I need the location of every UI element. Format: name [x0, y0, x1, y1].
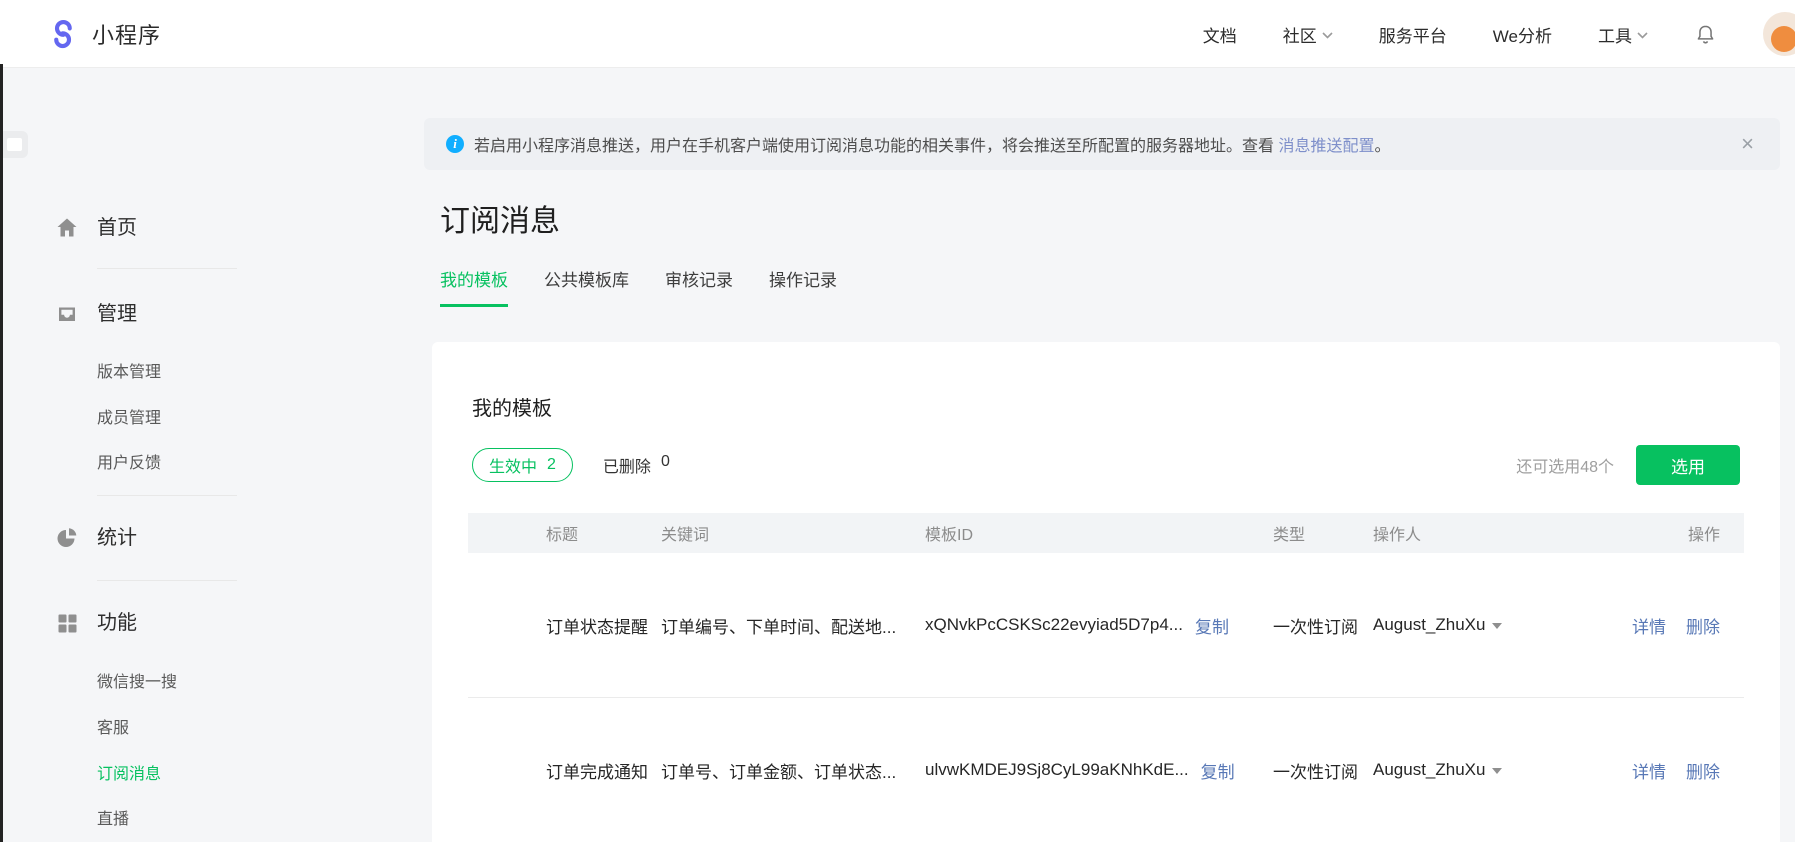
col-header-type: 类型 — [1273, 527, 1306, 544]
inbox-icon — [59, 307, 75, 321]
delete-link[interactable]: 删除 — [1686, 758, 1720, 783]
template-id: ulvwKMDEJ9Sj8CyL99aKNhKdE... — [925, 760, 1189, 779]
tab-bar: 我的模板 公共模板库 审核记录 操作记录 — [440, 266, 837, 307]
card-title: 我的模板 — [472, 398, 552, 420]
nav-item-service-platform[interactable]: 服务平台 — [1379, 22, 1447, 47]
table-row: 订单状态提醒 订单编号、下单时间、配送地... xQNvkPcCSKSc22ev… — [468, 553, 1744, 698]
chevron-down-icon — [1322, 31, 1333, 39]
info-icon: i — [446, 135, 464, 153]
template-id: xQNvkPcCSKSc22evyiad5D7p4... — [925, 615, 1183, 634]
sidebar-divider — [97, 268, 237, 269]
sidebar-divider — [97, 580, 237, 581]
sidebar-item-features[interactable]: 功能 — [55, 609, 137, 637]
col-header-actions: 操作 — [1687, 527, 1720, 544]
miniprogram-logo[interactable]: 小程序 — [48, 0, 161, 68]
tab-operation-records[interactable]: 操作记录 — [769, 266, 837, 307]
col-header-title: 标题 — [546, 527, 579, 544]
template-title: 订单完成通知 — [546, 762, 648, 782]
user-avatar[interactable] — [1763, 12, 1795, 56]
sidebar-item-stats[interactable]: 统计 — [55, 524, 137, 552]
caret-down-icon — [1492, 768, 1503, 774]
caret-down-icon — [1492, 623, 1503, 629]
sidebar-item-label: 功能 — [97, 612, 137, 634]
operator-dropdown[interactable]: August_ZhuXu — [1373, 760, 1553, 780]
sidebar-item-live[interactable]: 直播 — [97, 809, 129, 831]
miniprogram-logo-icon — [54, 19, 72, 49]
quota-remaining-label: 还可选用48个 — [1516, 459, 1614, 476]
my-templates-card: 我的模板 生效中 2 已删除 0 还可选用48个 选用 标题 关键词 模板ID 类型… — [432, 342, 1780, 842]
sidebar-divider — [97, 495, 237, 496]
sidebar-item-member-manage[interactable]: 成员管理 — [97, 408, 161, 430]
bell-icon — [1697, 25, 1714, 44]
sidebar-item-label: 统计 — [97, 527, 137, 549]
template-keywords: 订单号、订单金额、订单状态... — [661, 762, 897, 782]
notification-bell-button[interactable] — [1694, 23, 1717, 46]
detail-link[interactable]: 详情 — [1632, 613, 1666, 638]
sidebar-collapse-badge[interactable] — [0, 131, 28, 158]
template-type: 一次性订阅 — [1273, 762, 1358, 782]
sidebar-item-user-feedback[interactable]: 用户反馈 — [97, 453, 161, 475]
sidebar-item-version-manage[interactable]: 版本管理 — [97, 362, 161, 384]
select-template-button[interactable]: 选用 — [1636, 445, 1740, 485]
page-title: 订阅消息 — [440, 205, 560, 238]
close-icon[interactable]: × — [1741, 133, 1758, 155]
copy-link[interactable]: 复制 — [1201, 758, 1235, 783]
filter-deleted[interactable]: 已删除 0 — [603, 453, 670, 477]
banner-text: 若启用小程序消息推送，用户在手机客户端使用订阅消息功能的相关事件，将会推送至所配… — [474, 138, 1391, 155]
template-title: 订单状态提醒 — [546, 617, 648, 637]
chevron-down-icon — [1637, 31, 1648, 39]
sidebar-item-label: 管理 — [97, 303, 137, 325]
template-type: 一次性订阅 — [1273, 617, 1358, 637]
grid-icon — [58, 614, 77, 633]
col-header-keywords: 关键词 — [661, 527, 710, 544]
delete-link[interactable]: 删除 — [1686, 613, 1720, 638]
home-icon — [57, 218, 77, 237]
collapse-badge-icon — [7, 138, 22, 151]
notice-banner: i 若启用小程序消息推送，用户在手机客户端使用订阅消息功能的相关事件，将会推送至… — [424, 118, 1780, 170]
operator-dropdown[interactable]: August_ZhuXu — [1373, 615, 1553, 635]
banner-link-push-config[interactable]: 消息推送配置 — [1278, 138, 1374, 155]
tab-my-templates[interactable]: 我的模板 — [440, 266, 508, 307]
pie-chart-icon — [57, 528, 77, 547]
sidebar-item-home[interactable]: 首页 — [55, 214, 137, 242]
nav-item-we-analytics[interactable]: We分析 — [1493, 22, 1552, 47]
sidebar-item-wechat-search[interactable]: 微信搜一搜 — [97, 672, 177, 694]
tab-public-template-library[interactable]: 公共模板库 — [544, 266, 629, 307]
nav-item-community[interactable]: 社区 — [1283, 22, 1333, 47]
table-row: 订单完成通知 订单号、订单金额、订单状态... ulvwKMDEJ9Sj8CyL… — [468, 698, 1744, 842]
templates-table: 标题 关键词 模板ID 类型 操作人 操作 订单状态提醒 订单编号、下单时间、配… — [468, 513, 1744, 842]
nav-menu: 文档 社区 服务平台 We分析 工具 — [1203, 0, 1795, 68]
screen-left-edge — [0, 64, 3, 842]
top-navbar: 小程序 文档 社区 服务平台 We分析 工具 — [0, 0, 1795, 68]
table-header-row: 标题 关键词 模板ID 类型 操作人 操作 — [468, 513, 1744, 553]
logo-text: 小程序 — [92, 23, 162, 48]
copy-link[interactable]: 复制 — [1195, 613, 1229, 638]
col-header-operator: 操作人 — [1373, 527, 1422, 544]
template-keywords: 订单编号、下单时间、配送地... — [661, 617, 897, 637]
nav-item-docs[interactable]: 文档 — [1203, 22, 1237, 47]
col-header-template-id: 模板ID — [925, 527, 974, 544]
nav-item-tools[interactable]: 工具 — [1598, 22, 1648, 47]
filter-active-pill[interactable]: 生效中 2 — [472, 448, 573, 482]
sidebar-item-customer-service[interactable]: 客服 — [97, 718, 129, 740]
sidebar-item-subscribe-message[interactable]: 订阅消息 — [97, 764, 161, 786]
sidebar: 首页 管理 版本管理 成员管理 用户反馈 统计 功能 微信搜一搜 客服 订阅消息… — [0, 68, 380, 842]
filter-row: 生效中 2 已删除 0 还可选用48个 选用 — [472, 445, 1740, 485]
sidebar-item-label: 首页 — [97, 217, 137, 239]
detail-link[interactable]: 详情 — [1632, 758, 1666, 783]
sidebar-item-manage[interactable]: 管理 — [55, 300, 137, 328]
miniprogram-console: 小程序 文档 社区 服务平台 We分析 工具 首页 管理 版本管理 成员管理 用… — [0, 0, 1795, 842]
tab-review-records[interactable]: 审核记录 — [665, 266, 733, 307]
